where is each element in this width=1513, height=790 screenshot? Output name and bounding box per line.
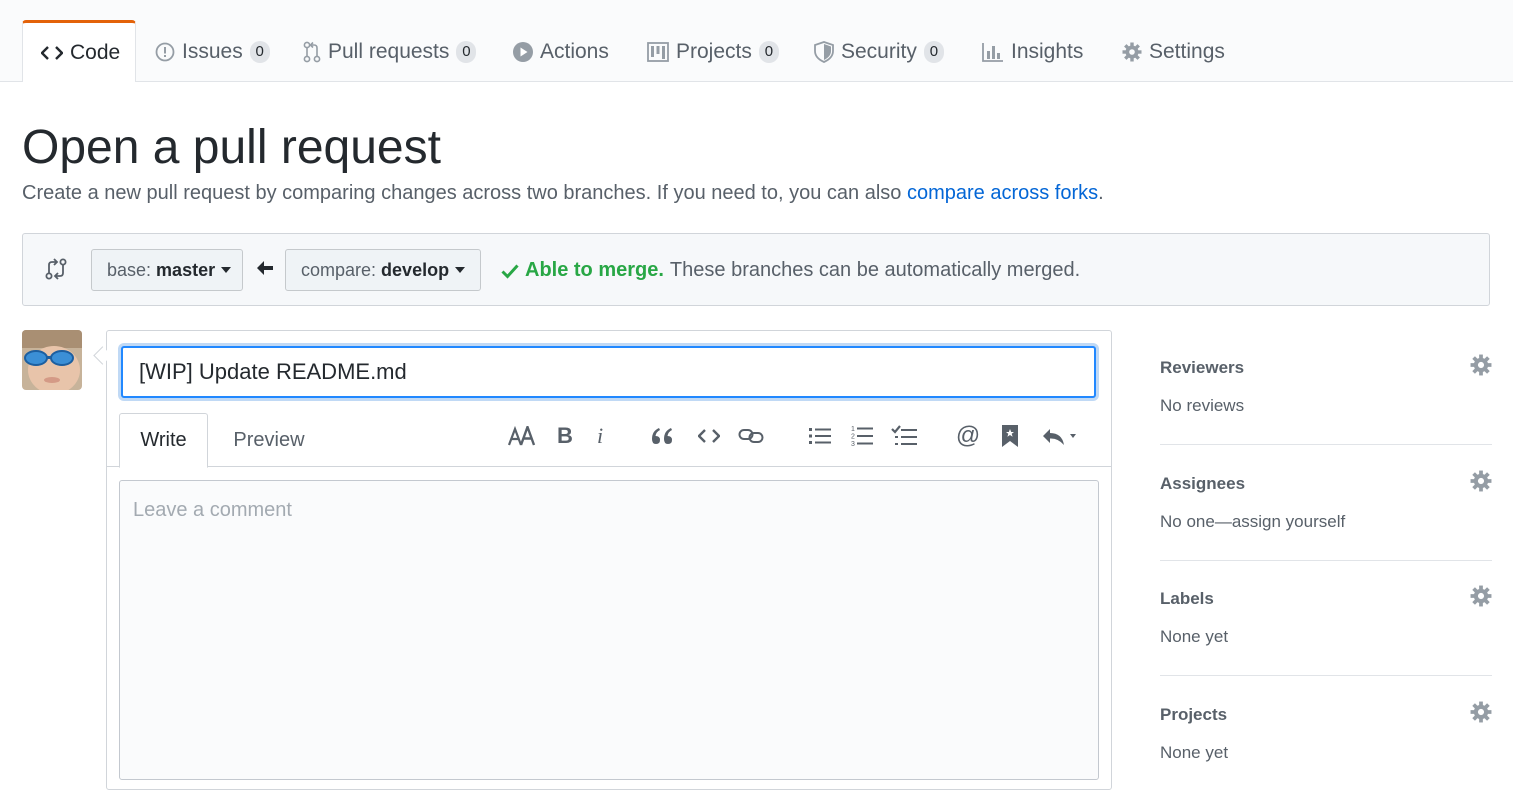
tab-pull-requests[interactable]: Pull requests 0 <box>303 22 477 81</box>
tab-code-label: Code <box>70 40 121 64</box>
comment-textarea[interactable] <box>119 480 1099 780</box>
git-compare-icon <box>45 257 67 286</box>
sidebar-reviewers[interactable]: Reviewers No reviews <box>1160 354 1492 416</box>
tab-issues[interactable]: Issues 0 <box>155 22 270 81</box>
unordered-list-icon[interactable] <box>808 422 832 450</box>
arrow-left-icon <box>257 261 273 280</box>
page-title: Open a pull request <box>22 121 441 174</box>
sidebar-assignees[interactable]: Assignees No one—assign yourself <box>1160 470 1492 532</box>
base-branch-value: master <box>156 259 216 280</box>
tab-actions-label: Actions <box>540 39 609 63</box>
quote-icon[interactable] <box>650 422 674 450</box>
gear-icon[interactable] <box>1470 354 1492 381</box>
caret-down-icon <box>455 267 466 273</box>
compare-across-forks-link[interactable]: compare across forks <box>907 182 1098 204</box>
tab-code[interactable]: Code <box>22 20 136 82</box>
tab-security-label: Security <box>841 39 917 63</box>
pull-request-title-input[interactable] <box>121 346 1096 398</box>
page-subtitle: Create a new pull request by comparing c… <box>22 182 1104 205</box>
gear-icon[interactable] <box>1470 470 1492 497</box>
tab-write[interactable]: Write <box>119 413 208 468</box>
base-branch-label: base: <box>107 259 152 280</box>
gear-icon[interactable] <box>1470 701 1492 728</box>
projects-heading: Projects <box>1160 705 1228 724</box>
tab-projects[interactable]: Projects 0 <box>647 22 779 81</box>
subtitle-text: Create a new pull request by comparing c… <box>22 182 907 204</box>
project-icon <box>647 41 669 62</box>
tab-preview[interactable]: Preview <box>220 413 318 468</box>
ordered-list-icon[interactable]: 123 <box>850 422 874 450</box>
mention-icon[interactable]: @ <box>955 422 981 450</box>
tab-settings[interactable]: Settings <box>1122 22 1225 81</box>
merge-status: Able to merge. These branches can be aut… <box>501 259 1080 282</box>
tab-projects-label: Projects <box>676 39 752 63</box>
tab-pull-requests-label: Pull requests <box>328 39 450 63</box>
sidebar-divider <box>1160 675 1492 676</box>
issues-counter: 0 <box>249 40 270 63</box>
sidebar-divider <box>1160 560 1492 561</box>
bold-icon[interactable]: B <box>555 422 575 450</box>
reviewers-value: No reviews <box>1160 396 1245 415</box>
issue-opened-icon <box>155 42 175 62</box>
caret-down-icon <box>221 267 232 273</box>
svg-text:2: 2 <box>851 434 855 441</box>
task-list-icon[interactable] <box>891 422 917 450</box>
link-icon[interactable] <box>738 422 764 450</box>
text-size-icon[interactable] <box>508 422 536 450</box>
reply-icon[interactable] <box>1040 422 1084 450</box>
compare-branch-label: compare: <box>301 259 377 280</box>
svg-text:1: 1 <box>851 426 855 433</box>
sidebar-labels[interactable]: Labels None yet <box>1160 585 1492 647</box>
labels-heading: Labels <box>1160 589 1214 608</box>
gear-icon[interactable] <box>1470 585 1492 612</box>
check-icon <box>501 263 519 279</box>
assignees-heading: Assignees <box>1160 474 1246 493</box>
sidebar-projects[interactable]: Projects None yet <box>1160 701 1492 763</box>
tab-issues-label: Issues <box>182 39 243 63</box>
gear-icon <box>1122 42 1142 62</box>
compare-branch-value: develop <box>381 259 450 280</box>
tab-actions[interactable]: Actions <box>513 22 609 81</box>
sidebar-divider <box>1160 444 1492 445</box>
avatar[interactable] <box>22 330 82 390</box>
graph-icon <box>982 42 1004 62</box>
italic-icon[interactable]: i <box>592 422 608 450</box>
shield-icon <box>814 40 834 63</box>
tab-settings-label: Settings <box>1149 39 1225 63</box>
subtitle-end: . <box>1098 182 1104 204</box>
labels-value: None yet <box>1160 627 1229 646</box>
merge-status-message: These branches can be automatically merg… <box>669 259 1081 281</box>
security-counter: 0 <box>923 40 944 63</box>
merge-status-label: Able to merge. <box>525 259 664 281</box>
projects-counter: 0 <box>758 40 779 63</box>
play-icon <box>513 41 533 62</box>
svg-text:3: 3 <box>851 441 855 447</box>
base-branch-button[interactable]: base: master <box>91 249 243 291</box>
assignees-value[interactable]: No one—assign yourself <box>1160 512 1492 532</box>
tab-security[interactable]: Security 0 <box>814 22 944 81</box>
tab-insights[interactable]: Insights <box>982 22 1083 81</box>
tab-insights-label: Insights <box>1011 39 1084 63</box>
reviewers-heading: Reviewers <box>1160 358 1245 377</box>
pull-requests-counter: 0 <box>456 40 477 63</box>
tab-divider <box>107 466 1111 467</box>
range-editor: base: master compare: develop Able to me… <box>22 233 1490 306</box>
git-pull-request-icon <box>303 41 321 63</box>
code-icon <box>41 45 63 61</box>
bookmark-icon[interactable] <box>1000 422 1020 450</box>
projects-value: None yet <box>1160 743 1229 762</box>
compare-branch-button[interactable]: compare: develop <box>285 249 481 291</box>
code-icon[interactable] <box>697 422 721 450</box>
